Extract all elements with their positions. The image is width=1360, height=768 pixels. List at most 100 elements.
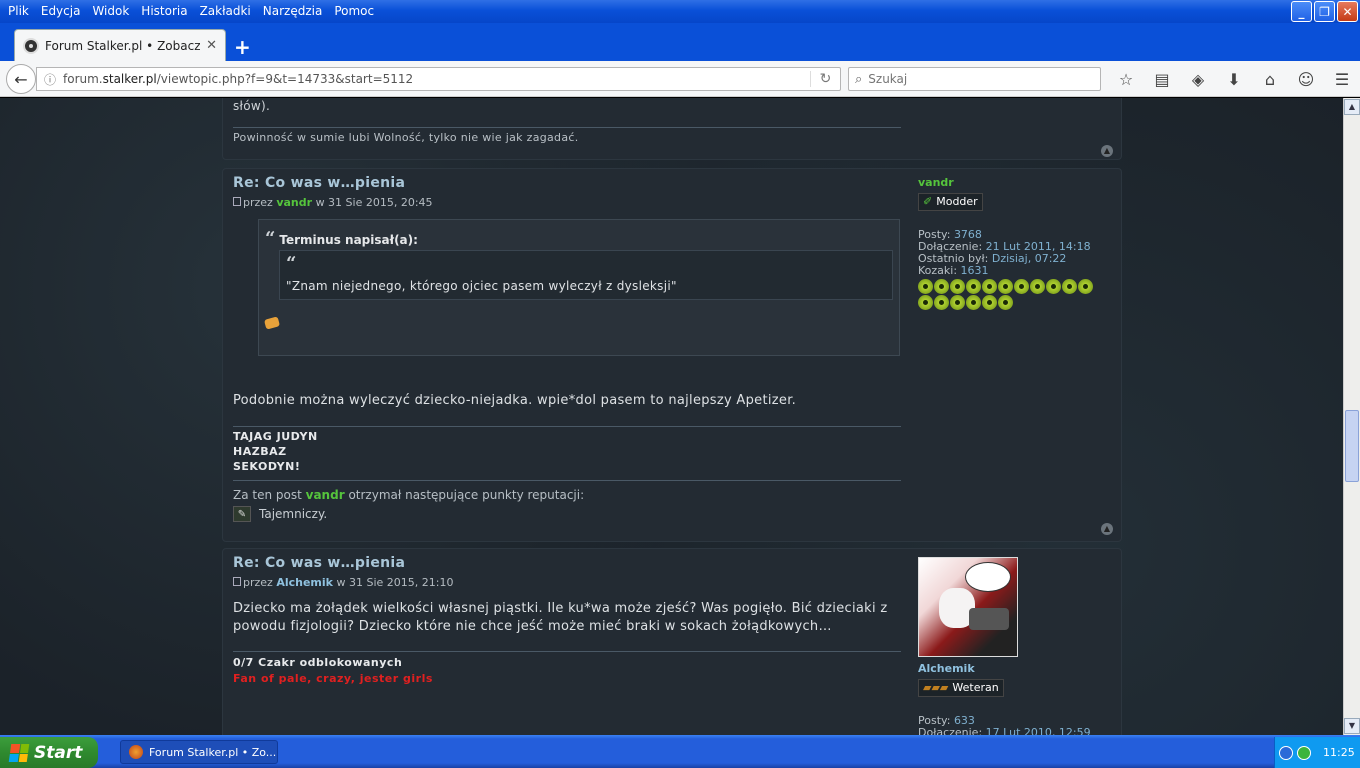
url-bar[interactable]: ⓘ forum.stalker.pl/viewtopic.php?f=9&t=1… — [36, 67, 841, 91]
quote-mark-icon: “ — [286, 253, 297, 274]
reputation-line: Za ten post vandr otrzymał następujące p… — [233, 488, 585, 502]
quote-header: “Terminus napisał(a): — [265, 228, 418, 249]
divider — [233, 426, 901, 427]
radiation-icon — [1078, 279, 1093, 294]
post-body: Podobnie można wyleczyć dziecko-niejadka… — [233, 393, 797, 408]
tab-forum-stalker[interactable]: Forum Stalker.pl • Zobacz te… ✕ — [14, 29, 226, 61]
speech-bubble — [965, 562, 1011, 592]
post-meta: przez vandr w 31 Sie 2015, 20:45 — [233, 196, 433, 209]
reload-icon[interactable]: ↻ — [810, 71, 840, 87]
post-vandr: Re: Co was w…pienia przez vandr w 31 Sie… — [222, 168, 1122, 542]
search-bar[interactable]: ⌕ — [848, 67, 1101, 91]
system-tray: 11:25 — [1274, 737, 1360, 768]
vertical-scrollbar[interactable]: ▲ ▼ — [1343, 98, 1360, 735]
navigation-bar: ← ⓘ forum.stalker.pl/viewtopic.php?f=9&t… — [0, 61, 1360, 97]
menu-pomoc[interactable]: Pomoc — [328, 3, 380, 19]
emoji-icon[interactable]: ☺ — [1288, 67, 1324, 91]
search-icon: ⌕ — [855, 71, 863, 87]
rank-badge: ✐ Modder — [918, 193, 1108, 211]
tray-arrow-icon[interactable] — [1279, 745, 1293, 760]
avatar-gun — [969, 608, 1009, 630]
menu-narzedzia[interactable]: Narzędzia — [257, 3, 329, 19]
window-titlebar: Plik Edycja Widok Historia Zakładki Narz… — [0, 0, 1360, 23]
radiation-icon — [966, 279, 981, 294]
start-button[interactable]: Start — [0, 737, 98, 768]
author-link[interactable]: vandr — [276, 196, 312, 209]
back-to-top-icon[interactable]: ▲ — [1101, 523, 1113, 535]
user-avatar[interactable] — [918, 557, 1018, 657]
reading-list-icon[interactable]: ▤ — [1144, 67, 1180, 91]
rank-badge: ▰▰▰ Weteran — [918, 679, 1091, 697]
home-icon[interactable]: ⌂ — [1252, 67, 1288, 91]
author-link[interactable]: vandr — [306, 488, 345, 502]
tab-title: Forum Stalker.pl • Zobacz te… — [45, 38, 201, 53]
post-body-line-2: powodu fizjologii? Dziecko które nie chc… — [233, 619, 832, 634]
radiation-icon — [934, 295, 949, 310]
post-title[interactable]: Re: Co was w…pienia — [233, 555, 405, 571]
bookmark-star-icon[interactable]: ☆ — [1108, 67, 1144, 91]
search-input[interactable] — [868, 72, 1069, 86]
tab-strip: Forum Stalker.pl • Zobacz te… ✕ + — [0, 23, 1360, 61]
pocket-icon[interactable]: ◈ — [1180, 67, 1216, 91]
clock: 11:25 — [1323, 746, 1355, 759]
quote-text: "Znam niejednego, którego ojciec pasem w… — [286, 279, 677, 293]
divider — [233, 127, 901, 128]
signature: TAJAG JUDYN HAZBAZ SEKODYN! — [233, 430, 318, 473]
profile-name[interactable]: Alchemik — [918, 663, 1091, 675]
hamburger-menu-icon[interactable]: ☰ — [1324, 67, 1360, 91]
post-alchemik: Re: Co was w…pienia przez Alchemik w 31 … — [222, 548, 1122, 735]
reputation-radiation-icons — [918, 279, 1108, 310]
user-profile: vandr ✐ Modder Posty: 3768 Dołączenie: 21… — [918, 177, 1108, 310]
taskbar-firefox-item[interactable]: Forum Stalker.pl • Zo... — [120, 740, 278, 764]
windows-logo-icon — [8, 743, 30, 762]
back-to-top-icon[interactable]: ▲ — [1101, 145, 1113, 157]
site-info-icon[interactable]: ⓘ — [37, 71, 63, 88]
scroll-up-icon[interactable]: ▲ — [1344, 99, 1360, 115]
scroll-down-icon[interactable]: ▼ — [1344, 718, 1360, 734]
tab-close-icon[interactable]: ✕ — [206, 38, 217, 53]
menu-historia[interactable]: Historia — [135, 3, 193, 19]
radiation-icon — [1062, 279, 1077, 294]
taskbar: Start Forum Stalker.pl • Zo... 11:25 — [0, 735, 1360, 768]
menu-plik[interactable]: Plik — [2, 3, 35, 19]
restore-icon[interactable]: ❐ — [1314, 1, 1335, 22]
quote-mark-icon: “ — [265, 228, 276, 249]
menu-bar: Plik Edycja Widok Historia Zakładki Narz… — [2, 3, 380, 19]
back-arrow-icon[interactable]: ← — [6, 64, 36, 94]
radiation-icon — [982, 279, 997, 294]
reputation-badge-icon: ✎ — [233, 506, 251, 522]
radiation-icon — [918, 279, 933, 294]
radiation-icon — [1030, 279, 1045, 294]
post-tail-text: słów). — [233, 99, 271, 113]
firefox-icon — [129, 745, 143, 759]
menu-widok[interactable]: Widok — [86, 3, 135, 19]
user-profile: Alchemik ▰▰▰ Weteran Posty: 633 Dołączeni… — [918, 662, 1091, 735]
signature-line-1: 0/7 Czakr odblokowanych — [233, 656, 403, 669]
scroll-thumb[interactable] — [1345, 410, 1359, 482]
radiation-icon — [1046, 279, 1061, 294]
post-icon — [233, 577, 241, 586]
radiation-icon — [998, 279, 1013, 294]
reputation-item: ✎ Tajemniczy. — [233, 506, 327, 522]
window-controls: _ ❐ ✕ — [1291, 1, 1358, 22]
quote-block: “Terminus napisał(a): “ "Znam niejednego… — [258, 219, 900, 356]
download-icon[interactable]: ⬇ — [1216, 67, 1252, 91]
url-text[interactable]: forum.stalker.pl/viewtopic.php?f=9&t=147… — [63, 72, 810, 86]
radiation-icon — [1014, 279, 1029, 294]
menu-edycja[interactable]: Edycja — [35, 3, 87, 19]
post-icon — [233, 197, 241, 206]
menu-zakladki[interactable]: Zakładki — [194, 3, 257, 19]
radiation-icon — [982, 295, 997, 310]
author-link[interactable]: Alchemik — [276, 576, 333, 589]
tray-status-icon[interactable] — [1297, 745, 1311, 760]
radiation-icon — [950, 295, 965, 310]
new-tab-button[interactable]: + — [234, 35, 251, 59]
close-window-icon[interactable]: ✕ — [1337, 1, 1358, 22]
minimize-icon[interactable]: _ — [1291, 1, 1312, 22]
profile-name[interactable]: vandr — [918, 177, 1108, 189]
post-meta: przez Alchemik w 31 Sie 2015, 21:10 — [233, 576, 453, 589]
rank-stripes-icon: ▰▰▰ — [923, 681, 949, 694]
radiation-favicon-icon — [23, 37, 39, 54]
post-title[interactable]: Re: Co was w…pienia — [233, 175, 405, 191]
nested-quote: “ "Znam niejednego, którego ojciec pasem… — [279, 250, 893, 300]
